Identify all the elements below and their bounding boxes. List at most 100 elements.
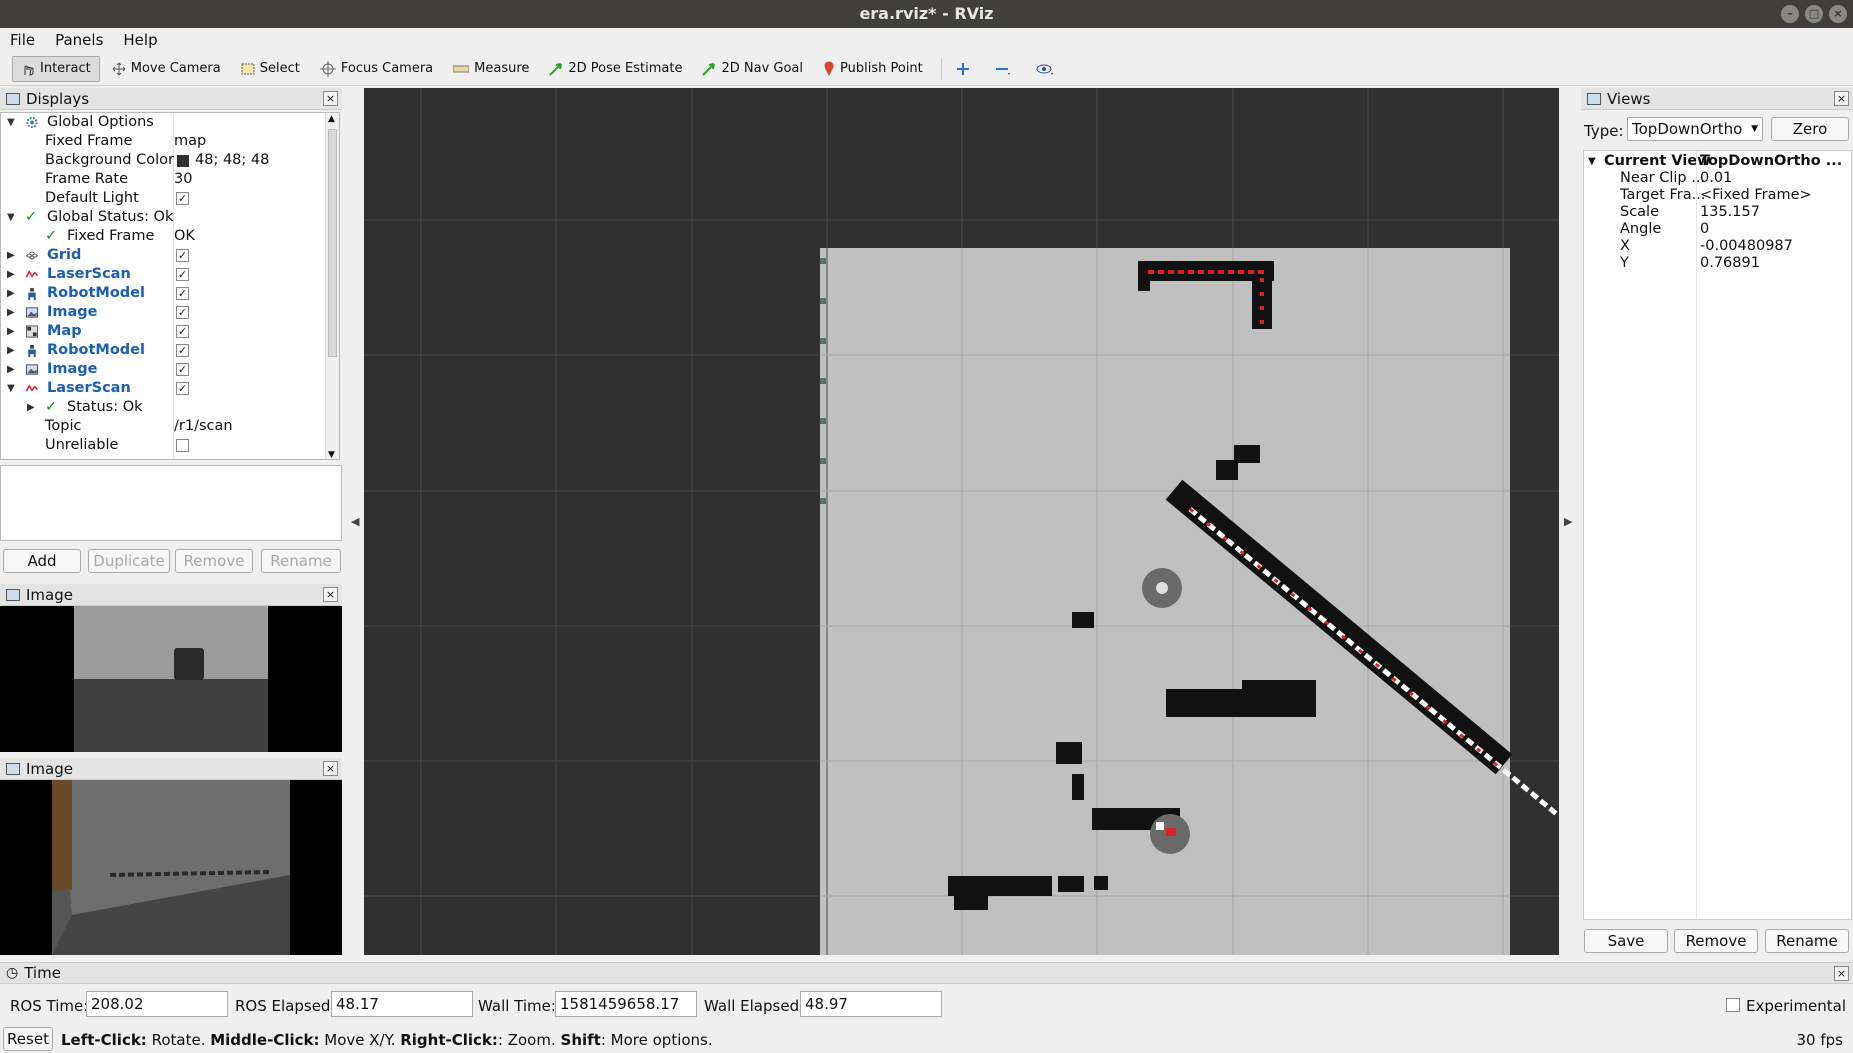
wall-elapsed-field[interactable]: 48.97 [800, 991, 942, 1017]
tree-row-laserscan-2[interactable]: ▼ LaserScan ✓ [1, 379, 326, 398]
view-prop-row[interactable]: Near Clip ... 0.01 [1584, 170, 1852, 187]
pose-estimate-tool[interactable]: 2D Pose Estimate [541, 56, 690, 82]
tree-row-topic[interactable]: Topic /r1/scan [1, 417, 326, 436]
prop-value[interactable]: 0.76891 [1700, 255, 1760, 272]
tree-row-laserscan[interactable]: ▶ LaserScan ✓ [1, 265, 326, 284]
prop-value[interactable]: 0 [1700, 221, 1709, 238]
expand-arrow-icon[interactable]: ▶ [7, 322, 15, 341]
tree-row-background-color[interactable]: Background Color 48; 48; 48 [1, 151, 326, 170]
view-prop-row[interactable]: Angle 0 [1584, 221, 1852, 238]
tree-row-global-options[interactable]: ▼ Global Options [1, 113, 326, 132]
maximize-icon[interactable]: □ [1805, 5, 1823, 23]
collapse-right-icon[interactable]: ▶ [1564, 515, 1572, 528]
menu-help[interactable]: Help [113, 28, 167, 52]
view-properties-tree[interactable]: ▼ Current View TopDownOrtho ... Near Cli… [1583, 150, 1852, 920]
tree-row-fixed-frame[interactable]: Fixed Frame map [1, 132, 326, 151]
menu-panels[interactable]: Panels [45, 28, 113, 52]
minimize-icon[interactable]: – [1781, 5, 1799, 23]
remove-button[interactable]: Remove [175, 549, 253, 573]
tree-row-fixed-frame-status[interactable]: ✓ Fixed Frame OK [1, 227, 326, 246]
view-prop-row[interactable]: X -0.00480987 [1584, 238, 1852, 255]
tree-scrollbar[interactable]: ▲ ▼ [325, 113, 339, 459]
view-prop-row[interactable]: Y 0.76891 [1584, 255, 1852, 272]
render-viewport[interactable] [364, 88, 1559, 955]
expand-arrow-icon[interactable]: ▼ [7, 208, 15, 227]
close-icon[interactable]: × [323, 761, 338, 776]
close-icon[interactable]: × [1834, 966, 1849, 981]
checkbox[interactable]: ✓ [176, 306, 189, 319]
select-tool[interactable]: Select [233, 56, 308, 82]
publish-point-tool[interactable]: Publish Point [815, 56, 931, 82]
close-icon[interactable]: × [1829, 5, 1847, 23]
tree-row-robotmodel-2[interactable]: ▶ RobotModel ✓ [1, 341, 326, 360]
view-prop-row[interactable]: Target Fra... <Fixed Frame> [1584, 187, 1852, 204]
color-swatch[interactable] [177, 155, 189, 167]
scrollbar-thumb[interactable] [328, 129, 337, 357]
close-icon[interactable]: × [323, 587, 338, 602]
duplicate-button[interactable]: Duplicate [88, 549, 170, 573]
expand-arrow-icon[interactable]: ▶ [7, 303, 15, 322]
menu-file[interactable]: File [0, 28, 45, 52]
expand-arrow-icon[interactable]: ▶ [7, 284, 15, 303]
tree-row-status-ok[interactable]: ▶ ✓ Status: Ok [1, 398, 326, 417]
zero-button[interactable]: Zero [1771, 117, 1849, 141]
checkbox[interactable]: ✓ [176, 363, 189, 376]
tree-row-map[interactable]: ▶ Map ✓ [1, 322, 326, 341]
expand-arrow-icon[interactable]: ▼ [7, 113, 15, 132]
experimental-checkbox[interactable] [1726, 998, 1740, 1012]
scroll-down-icon[interactable]: ▼ [328, 450, 335, 459]
expand-arrow-icon[interactable]: ▶ [27, 398, 35, 417]
rename-button[interactable]: Rename [261, 549, 341, 573]
tree-value[interactable]: 30 [174, 170, 192, 189]
tree-value[interactable]: map [174, 132, 206, 151]
scroll-up-icon[interactable]: ▲ [328, 114, 335, 124]
view-type-select[interactable]: TopDownOrtho ▼ [1627, 117, 1763, 141]
tree-row-default-light[interactable]: Default Light ✓ [1, 189, 326, 208]
expand-arrow-icon[interactable]: ▶ [7, 246, 15, 265]
remove-view-button[interactable]: Remove [1674, 929, 1758, 953]
current-view-row[interactable]: ▼ Current View TopDownOrtho ... [1584, 153, 1852, 170]
checkbox[interactable]: ✓ [176, 382, 189, 395]
nav-goal-tool[interactable]: 2D Nav Goal [694, 56, 811, 82]
checkbox[interactable]: ✓ [176, 325, 189, 338]
view-prop-row[interactable]: Scale 135.157 [1584, 204, 1852, 221]
close-icon[interactable]: × [1834, 91, 1849, 106]
expand-arrow-icon[interactable]: ▼ [1588, 153, 1596, 170]
close-icon[interactable]: × [323, 91, 338, 106]
prop-value[interactable]: <Fixed Frame> [1700, 187, 1812, 204]
rename-view-button[interactable]: Rename [1765, 929, 1849, 953]
tree-row-frame-rate[interactable]: Frame Rate 30 [1, 170, 326, 189]
add-tool-button[interactable] [948, 56, 983, 82]
tree-row-unreliable[interactable]: Unreliable [1, 436, 326, 455]
focus-camera-tool[interactable]: Focus Camera [312, 56, 441, 82]
tree-row-grid[interactable]: ▶ Grid ✓ [1, 246, 326, 265]
prop-value[interactable]: 0.01 [1700, 170, 1732, 187]
move-camera-tool[interactable]: Move Camera [104, 56, 229, 82]
checkbox[interactable]: ✓ [176, 192, 189, 205]
displays-tree[interactable]: ▼ Global Options Fixed Frame map Backgro… [0, 112, 340, 460]
expand-arrow-icon[interactable]: ▶ [7, 265, 15, 284]
measure-tool[interactable]: Measure [445, 56, 537, 82]
view-tool-button[interactable] [1028, 56, 1067, 82]
add-button[interactable]: Add [3, 549, 81, 573]
checkbox[interactable]: ✓ [176, 287, 189, 300]
wall-time-field[interactable]: 1581459658.17 [555, 991, 697, 1017]
tree-row-image-2[interactable]: ▶ Image ✓ [1, 360, 326, 379]
expand-arrow-icon[interactable]: ▶ [7, 341, 15, 360]
reset-button[interactable]: Reset [3, 1027, 53, 1051]
checkbox[interactable]: ✓ [176, 249, 189, 262]
tree-row-robotmodel[interactable]: ▶ RobotModel ✓ [1, 284, 326, 303]
tree-row-image[interactable]: ▶ Image ✓ [1, 303, 326, 322]
ros-time-field[interactable]: 208.02 [86, 991, 228, 1017]
save-view-button[interactable]: Save [1584, 929, 1668, 953]
checkbox[interactable]: ✓ [176, 344, 189, 357]
interact-tool[interactable]: Interact [12, 55, 100, 82]
expand-arrow-icon[interactable]: ▶ [7, 360, 15, 379]
tree-value[interactable]: /r1/scan [174, 417, 233, 436]
expand-arrow-icon[interactable]: ▼ [7, 379, 15, 398]
checkbox[interactable]: ✓ [176, 268, 189, 281]
remove-tool-button[interactable] [987, 56, 1024, 82]
checkbox[interactable] [176, 439, 189, 452]
prop-value[interactable]: 135.157 [1700, 204, 1760, 221]
tree-row-global-status[interactable]: ▼ ✓ Global Status: Ok [1, 208, 326, 227]
